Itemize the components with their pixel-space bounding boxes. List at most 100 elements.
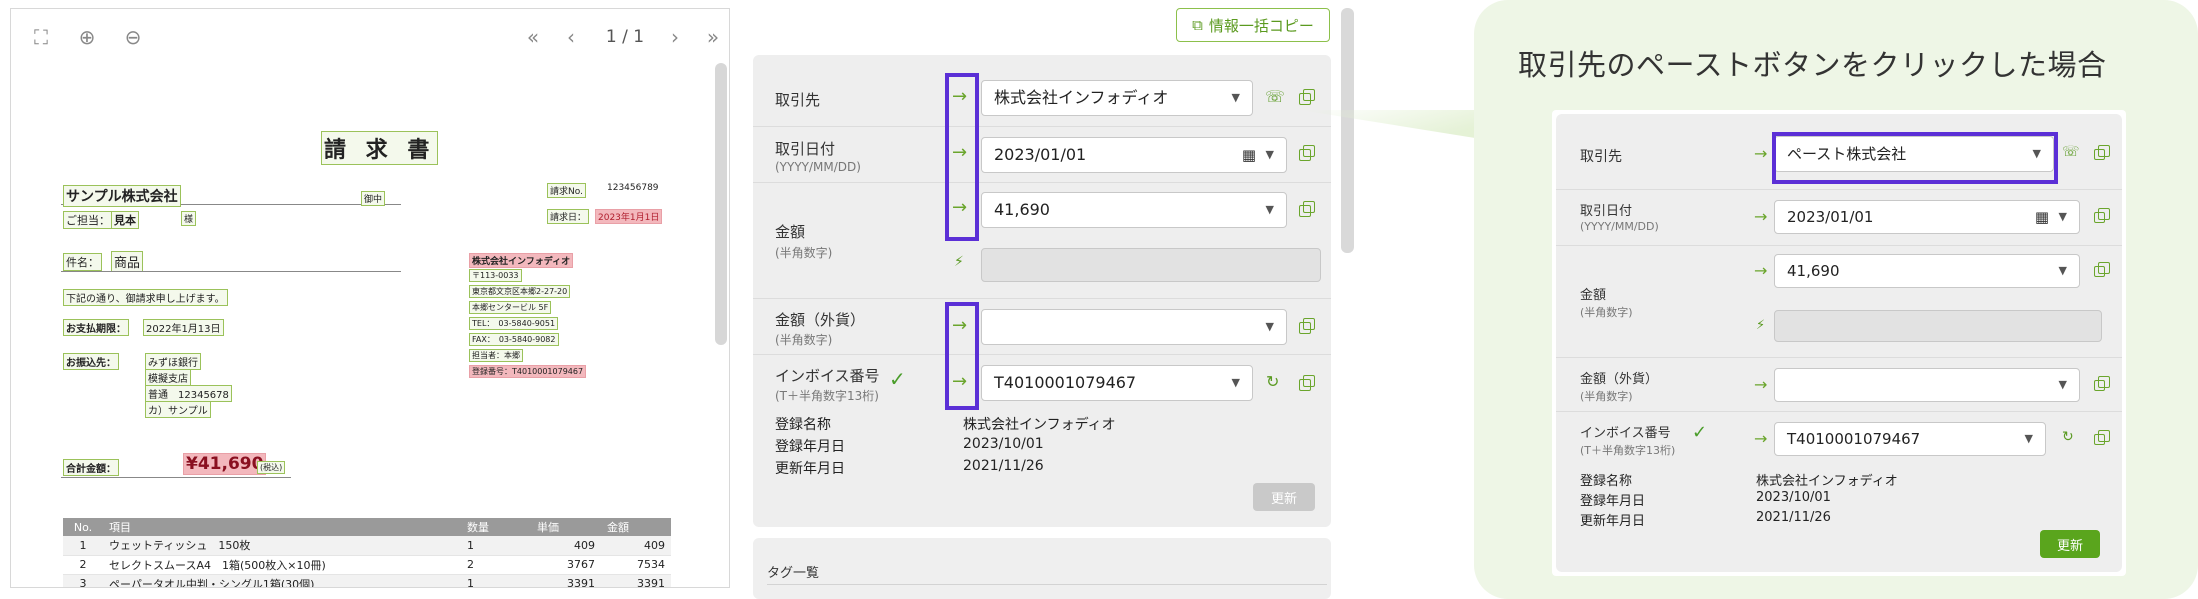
zoom-out-icon[interactable]: ⊖ [121, 25, 145, 49]
invoice-title: 請 求 書 [321, 131, 439, 165]
foreign-amount-select[interactable]: ▼ [1774, 368, 2080, 402]
chevron-down-icon: ▼ [2058, 378, 2067, 391]
amount-label: 金額 [1580, 288, 1607, 303]
zoom-in-icon[interactable]: ⊕ [75, 25, 99, 49]
amount-select[interactable]: 41,690 ▼ [1774, 254, 2080, 288]
paste-arrow-icon[interactable]: → [1754, 144, 1767, 164]
bank-line: みずほ銀行 [145, 353, 201, 370]
issuer-registration: 登録番号：T4010001079467 [469, 365, 587, 378]
tag-section-title: タグ一覧 [767, 566, 820, 581]
check-icon: ✓ [889, 367, 906, 391]
issuer-line: 本郷センタービル 5F [469, 301, 552, 314]
invoice-number-select[interactable]: T4010001079467 ▼ [981, 365, 1253, 401]
bank-label: お振込先： [63, 353, 119, 370]
foreign-amount-row: 金額（外貨） (半角数字) → ▼ [753, 299, 1331, 355]
invoice-number-select[interactable]: T4010001079467 ▼ [1774, 422, 2046, 456]
partner-select[interactable]: 株式会社インフォディオ ▼ [981, 80, 1253, 116]
col-header-qty: 数量 [461, 518, 531, 536]
amount-label: 金額 [775, 223, 806, 241]
amount-select[interactable]: 41,690 ▼ [981, 192, 1287, 228]
row-price: 3767 [531, 555, 601, 575]
copy-icon[interactable] [2094, 430, 2110, 445]
date-format-hint: (YYYY/MM/DD) [775, 160, 861, 174]
date-value: 2023/01/01 [994, 145, 1087, 164]
invoice-number-value: T4010001079467 [1787, 430, 1921, 448]
page-indicator: 1 / 1 [605, 27, 645, 47]
copy-icon[interactable] [1299, 375, 1315, 391]
copy-icon[interactable] [2094, 376, 2110, 391]
foreign-amount-select[interactable]: ▼ [981, 309, 1287, 345]
phone-icon[interactable]: ☏ [1265, 87, 1285, 106]
registered-date-label: 登録年月日 [1580, 494, 1646, 509]
copy-icon[interactable] [1299, 201, 1315, 217]
currency-convert-icon[interactable]: ⚡ [1756, 318, 1765, 333]
first-page-icon[interactable]: « [521, 25, 545, 49]
amount-format-hint: (半角数字) [1580, 306, 1633, 319]
bank-line: 普通 12345678 [145, 385, 232, 402]
row-price: 3391 [531, 574, 601, 587]
issuer-line: 担当者：本郷 [469, 349, 523, 362]
paste-arrow-icon[interactable]: → [1754, 261, 1767, 281]
paste-arrow-icon[interactable]: → [1754, 375, 1767, 395]
refresh-icon[interactable]: ↻ [1266, 372, 1279, 391]
invoice-number-label: インボイス番号 [775, 367, 880, 385]
copy-icon[interactable] [2094, 262, 2110, 277]
date-input[interactable]: 2023/01/01 ▦ ▼ [1774, 200, 2080, 234]
paste-arrow-icon[interactable]: → [1754, 207, 1767, 227]
date-input[interactable]: 2023/01/01 ▦ ▼ [981, 137, 1287, 173]
invoice-number-format-hint: (T＋半角数字13桁) [775, 389, 879, 403]
col-header-item: 項目 [103, 518, 461, 536]
issuer-line: 〒113-0033 [469, 269, 522, 282]
chevron-down-icon: ▼ [1231, 91, 1240, 104]
tax-note: (税込) [257, 461, 286, 474]
copy-icon[interactable] [1299, 145, 1315, 161]
converted-amount-input [1774, 310, 2102, 342]
copy-icon[interactable] [1299, 318, 1315, 334]
date-value: 2023/01/01 [1787, 208, 1874, 226]
last-page-icon[interactable]: » [701, 25, 725, 49]
row-amount: 409 [601, 536, 671, 556]
copy-all-label: 情報一括コピー [1208, 16, 1314, 35]
paste-arrow-icon[interactable]: → [1754, 429, 1767, 449]
copy-icon[interactable] [2094, 208, 2110, 223]
currency-convert-icon[interactable]: ⚡ [954, 254, 964, 270]
chevron-down-icon: ▼ [1231, 376, 1240, 389]
copy-icon[interactable] [1299, 89, 1315, 105]
form-scrollbar[interactable] [1341, 8, 1354, 253]
calendar-icon[interactable]: ▦ [1242, 138, 1256, 172]
col-header-price: 単価 [531, 518, 601, 536]
row-no: 2 [63, 555, 103, 575]
update-button[interactable]: 更新 [2040, 530, 2100, 558]
date-row: 取引日付 (YYYY/MM/DD) → 2023/01/01 ▦ ▼ [753, 127, 1331, 183]
refresh-icon[interactable]: ↻ [2062, 429, 2074, 445]
amount-value: 41,690 [1787, 262, 1840, 280]
pdf-scrollbar[interactable] [715, 63, 727, 345]
divider [767, 584, 1327, 585]
converted-amount-input [981, 248, 1321, 282]
updated-date-value: 2021/11/26 [963, 458, 1044, 474]
chevron-down-icon: ▼ [1265, 203, 1274, 216]
check-icon: ✓ [1692, 422, 1708, 443]
row-item: ウェットティッシュ 150枚 [103, 536, 461, 556]
row-price: 409 [531, 536, 601, 556]
prev-page-icon[interactable]: ‹ [559, 25, 583, 49]
calendar-icon[interactable]: ▦ [2035, 201, 2049, 233]
next-page-icon[interactable]: › [663, 25, 687, 49]
copy-all-button[interactable]: ⧉ 情報一括コピー [1176, 8, 1330, 42]
chevron-down-icon: ▼ [2058, 264, 2067, 277]
foreign-amount-label: 金額（外貨） [1580, 372, 1659, 387]
phone-icon[interactable]: ☏ [2062, 144, 2080, 160]
date-format-hint: (YYYY/MM/DD) [1580, 220, 1659, 233]
fullscreen-icon[interactable]: ⛶ [29, 25, 53, 49]
contact-suffix: 様 [181, 211, 197, 226]
invoice-document: 請 求 書 サンプル株式会社 御中 ご担当： 見本 様 件名： 商品 下記の通り… [11, 63, 716, 587]
callout-frame: 取引先 → ペースト株式会社 ▼ ☏ 取引日付 (YYYY/MM/DD) → 2… [1552, 110, 2126, 576]
bank-line: 模擬支店 [145, 369, 191, 386]
registered-date-value: 2023/10/01 [1756, 490, 1831, 505]
partner-label: 取引先 [1580, 149, 1622, 165]
partner-row: 取引先 → 株式会社インフォディオ ▼ ☏ [753, 55, 1331, 127]
registered-date-label: 登録年月日 [775, 439, 845, 455]
client-name: サンプル株式会社 [63, 185, 181, 207]
partner-label: 取引先 [775, 91, 821, 109]
copy-icon[interactable] [2094, 145, 2110, 160]
